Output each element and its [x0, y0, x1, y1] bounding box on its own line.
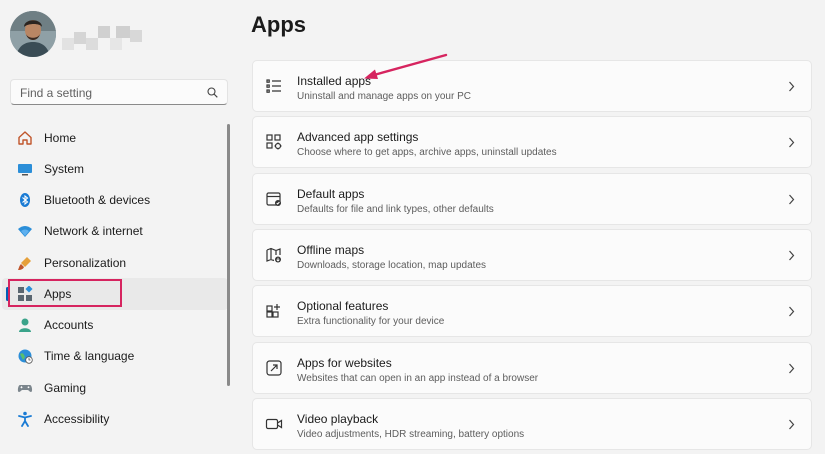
card-subtitle: Defaults for file and link types, other …	[297, 203, 494, 215]
system-icon	[16, 160, 34, 178]
account-icon	[16, 316, 34, 334]
sidebar-item-accessibility[interactable]: Accessibility	[2, 403, 228, 434]
card-video-playback[interactable]: Video playback Video adjustments, HDR st…	[252, 398, 812, 451]
card-advanced-app-settings[interactable]: Advanced app settings Choose where to ge…	[252, 116, 812, 169]
video-icon	[265, 418, 283, 430]
card-apps-for-websites[interactable]: Apps for websites Websites that can open…	[252, 341, 812, 394]
settings-card-list: Installed apps Uninstall and manage apps…	[252, 60, 812, 454]
card-title: Default apps	[297, 186, 365, 201]
card-subtitle: Video adjustments, HDR streaming, batter…	[297, 429, 525, 441]
list-icon	[266, 79, 281, 93]
globe-icon	[16, 347, 34, 365]
chevron-right-icon	[789, 419, 795, 430]
card-subtitle: Uninstall and manage apps on your PC	[297, 91, 471, 102]
card-title: Advanced app settings	[297, 130, 419, 145]
card-title: Installed apps	[297, 74, 372, 88]
chevron-right-icon	[789, 306, 795, 317]
home-icon	[16, 129, 34, 147]
sidebar-item-gaming[interactable]: Gaming	[2, 372, 228, 403]
avatar[interactable]	[10, 11, 56, 57]
search-input[interactable]	[18, 83, 202, 103]
card-default-apps[interactable]: Default apps Defaults for file and link …	[252, 172, 812, 225]
brush-icon	[16, 254, 34, 272]
sidebar-item-accounts[interactable]: Accounts	[2, 310, 228, 341]
bluetooth-icon	[16, 191, 34, 209]
card-title: Apps for websites	[297, 355, 392, 370]
card-title: Optional features	[297, 299, 389, 314]
card-offline-maps[interactable]: Offline maps Downloads, storage location…	[252, 229, 812, 282]
search-box[interactable]	[10, 79, 228, 105]
card-title: Video playback	[297, 412, 379, 427]
card-subtitle: Websites that can open in an app instead…	[297, 372, 539, 384]
accessibility-icon	[16, 410, 34, 428]
card-optional-features[interactable]: Optional features Extra functionality fo…	[252, 285, 812, 338]
card-subtitle: Choose where to get apps, archive apps, …	[297, 147, 557, 159]
chevron-right-icon	[789, 250, 795, 261]
app-settings-icon	[266, 134, 282, 150]
chevron-right-icon	[789, 363, 795, 374]
user-name-redacted	[62, 26, 142, 50]
chevron-right-icon	[789, 81, 795, 92]
card-title: Offline maps	[297, 243, 365, 258]
sidebar-item-time-language[interactable]: Time & language	[2, 341, 228, 372]
chevron-right-icon	[789, 137, 795, 148]
apps-highlight-box	[8, 279, 122, 307]
card-installed-apps[interactable]: Installed apps Uninstall and manage apps…	[252, 60, 812, 112]
sidebar-item-personalization[interactable]: Personalization	[2, 247, 228, 278]
wifi-icon	[16, 222, 34, 240]
card-subtitle: Downloads, storage location, map updates	[297, 260, 487, 272]
chevron-right-icon	[789, 194, 795, 205]
page-title: Apps	[251, 12, 306, 37]
sidebar-item-system[interactable]: System	[2, 153, 228, 184]
sidebar-item-bluetooth[interactable]: Bluetooth & devices	[2, 185, 228, 216]
gamepad-icon	[16, 379, 34, 397]
search-icon[interactable]	[207, 87, 218, 98]
open-external-icon	[266, 360, 282, 376]
sidebar-item-network[interactable]: Network & internet	[2, 216, 228, 247]
sidebar-scrollbar[interactable]	[227, 124, 230, 386]
map-icon	[266, 247, 281, 263]
sidebar-item-home[interactable]: Home	[2, 122, 228, 153]
card-subtitle: Extra functionality for your device	[297, 316, 445, 328]
optional-features-icon	[266, 304, 280, 318]
default-apps-icon	[266, 192, 281, 206]
